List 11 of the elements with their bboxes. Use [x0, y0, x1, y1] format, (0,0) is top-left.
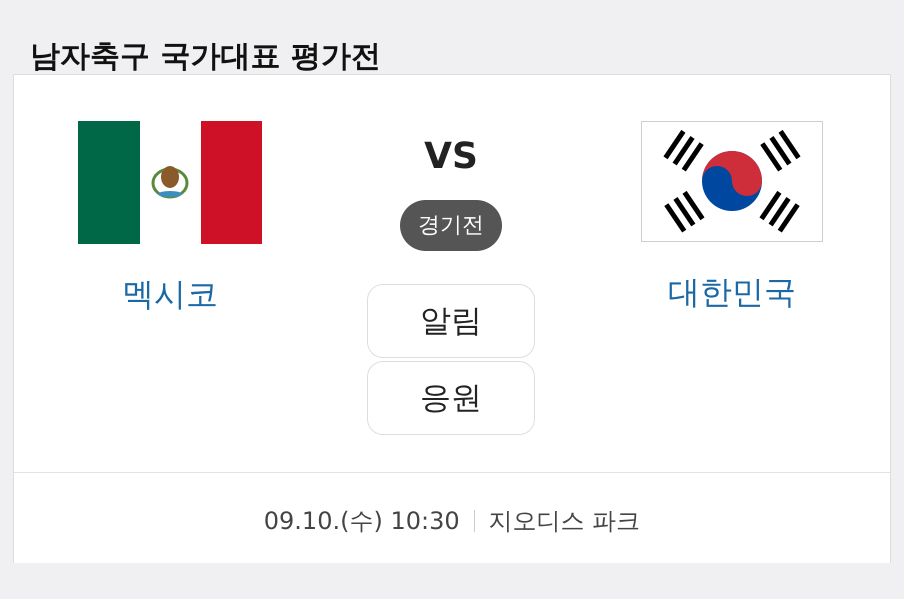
venue-name: 지오디스 파크 — [488, 506, 640, 537]
team-name[interactable]: 대한민국 — [668, 270, 796, 314]
match-status-badge: 경기전 — [400, 200, 502, 251]
vs-label: VS — [424, 135, 478, 179]
cheer-button[interactable]: 응원 — [367, 361, 535, 435]
team-name[interactable]: 멕시코 — [122, 272, 218, 316]
page-title: 남자축구 국가대표 평가전 — [29, 38, 382, 74]
flag-icon — [641, 121, 823, 242]
notification-button[interactable]: 알림 — [367, 284, 535, 358]
flag-icon — [78, 121, 262, 244]
match-datetime: 09.10.(수) 10:30 — [264, 506, 460, 537]
